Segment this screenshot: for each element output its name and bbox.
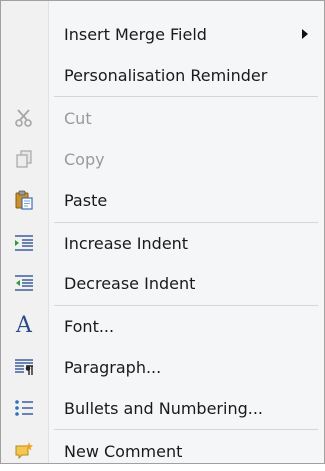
increase-indent-icon [14,233,34,253]
font-icon: A [16,313,32,338]
menu-item-paste[interactable]: Paste [1,180,324,220]
menu-item-label: Increase Indent [64,233,189,253]
paste-icon [14,190,34,210]
menu-item-cut: Cut [1,98,324,138]
menu-separator [54,429,318,430]
menu-item-label: Personalisation Reminder [64,65,268,85]
paragraph-icon [14,357,34,377]
menu-item-label: Copy [64,149,105,169]
menu-item-label: Insert Merge Field [64,24,207,44]
scissors-icon [14,108,34,128]
menu-item-font[interactable]: A Font... [1,306,324,346]
menu-item-bullets-and-numbering[interactable]: Bullets and Numbering... [1,388,324,428]
menu-item-increase-indent[interactable]: Increase Indent [1,223,324,263]
menu-item-label: New Comment [64,441,183,461]
menu-item-paragraph[interactable]: Paragraph... [1,347,324,387]
menu-item-personalisation-reminder[interactable]: Personalisation Reminder [1,55,324,95]
submenu-arrow-icon [302,29,308,39]
menu-item-new-comment[interactable]: New Comment [1,431,324,471]
menu-item-label: Decrease Indent [64,273,196,293]
menu-item-insert-merge-field[interactable]: Insert Merge Field [1,14,324,54]
menu-item-decrease-indent[interactable]: Decrease Indent [1,263,324,303]
new-comment-icon [14,441,34,461]
menu-separator [54,96,318,97]
menu-item-label: Cut [64,108,92,128]
menu-item-copy: Copy [1,139,324,179]
decrease-indent-icon [14,273,34,293]
bullets-icon [14,398,34,418]
copy-icon [14,149,34,169]
menu-item-label: Paste [64,190,108,210]
context-menu: Insert Merge Field Personalisation Remin… [0,0,325,464]
menu-item-label: Paragraph... [64,357,162,377]
menu-item-label: Font... [64,316,115,336]
menu-item-label: Bullets and Numbering... [64,398,264,418]
